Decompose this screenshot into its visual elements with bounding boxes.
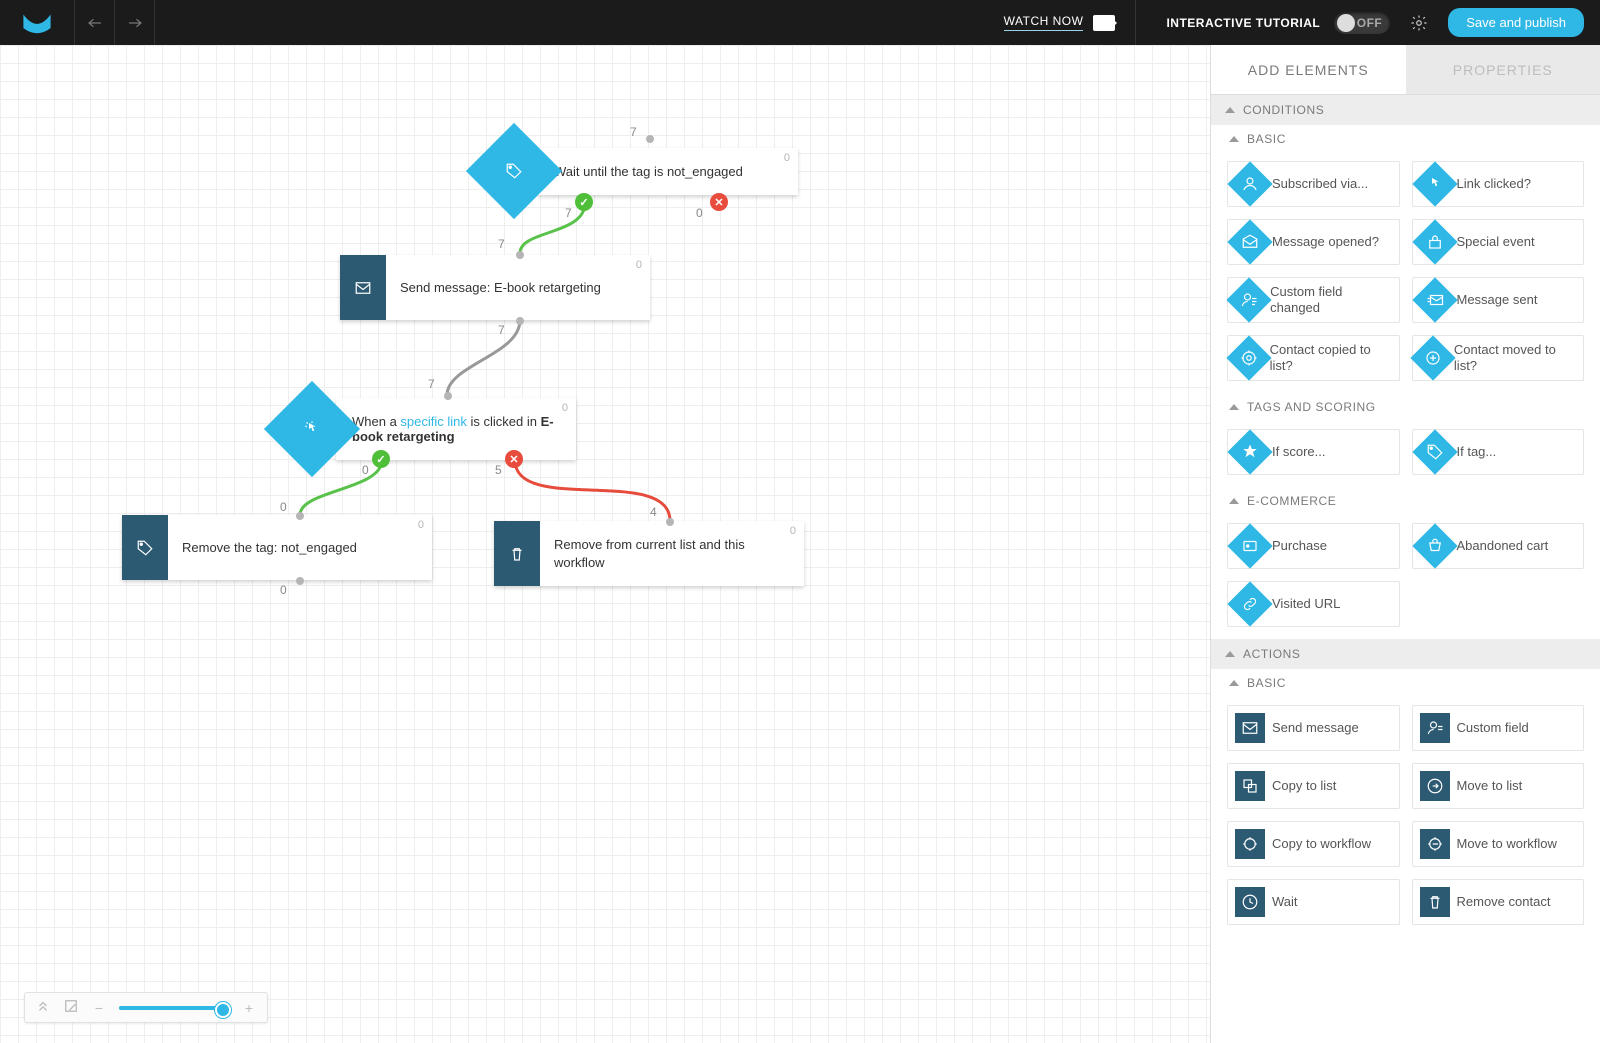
- tag-icon: [122, 515, 168, 580]
- mail-icon: [340, 255, 386, 320]
- trash-icon: [494, 521, 540, 586]
- settings-button[interactable]: [1408, 14, 1430, 32]
- tile-move-to-list[interactable]: Move to list: [1412, 763, 1585, 809]
- zoom-slider[interactable]: [119, 1006, 229, 1010]
- group-tags-scoring[interactable]: TAGS AND SCORING: [1211, 393, 1600, 421]
- node-count: 0: [418, 519, 424, 531]
- x-icon: ✕: [505, 450, 523, 468]
- tile-copy-to-list[interactable]: Copy to list: [1227, 763, 1400, 809]
- section-actions[interactable]: ACTIONS: [1211, 639, 1600, 669]
- port-count: 0: [280, 583, 287, 597]
- tile-custom-field-changed[interactable]: Custom field changed: [1227, 277, 1400, 323]
- node-remove-from-list[interactable]: Remove from current list and this workfl…: [494, 521, 804, 586]
- chevron-up-icon: [1229, 680, 1239, 686]
- tile-purchase[interactable]: Purchase: [1227, 523, 1400, 569]
- node-count: 0: [790, 525, 796, 537]
- tile-link-clicked[interactable]: Link clicked?: [1412, 161, 1585, 207]
- port-count: 0: [280, 500, 287, 514]
- tile-visited-url[interactable]: Visited URL: [1227, 581, 1400, 627]
- tile-copy-to-workflow[interactable]: Copy to workflow: [1227, 821, 1400, 867]
- sidebar: ADD ELEMENTS PROPERTIES CONDITIONS BASIC…: [1210, 45, 1600, 1043]
- node-count: 0: [562, 402, 568, 414]
- port-count: 0: [696, 206, 703, 220]
- port: [646, 135, 654, 143]
- tile-contact-copied[interactable]: Contact copied to list?: [1227, 335, 1400, 381]
- node-wait-until-tag[interactable]: 0 Wait until the tag is not_engaged: [480, 137, 798, 205]
- port-count: 0: [362, 463, 369, 477]
- collapse-icon[interactable]: [35, 999, 51, 1016]
- check-icon: ✓: [575, 193, 593, 211]
- section-conditions[interactable]: CONDITIONS: [1211, 95, 1600, 125]
- tile-remove-contact[interactable]: Remove contact: [1412, 879, 1585, 925]
- tile-move-to-workflow[interactable]: Move to workflow: [1412, 821, 1585, 867]
- chevron-up-icon: [1225, 651, 1235, 657]
- zoom-out-button[interactable]: −: [91, 1000, 107, 1016]
- tab-add-elements[interactable]: ADD ELEMENTS: [1211, 45, 1406, 95]
- check-icon: ✓: [372, 450, 390, 468]
- node-label: When a specific link is clicked in E-boo…: [352, 414, 560, 444]
- port: [666, 518, 674, 526]
- click-icon: [264, 381, 360, 477]
- node-count: 0: [784, 152, 790, 164]
- tile-if-score[interactable]: If score...: [1227, 429, 1400, 475]
- node-label: Remove the tag: not_engaged: [168, 529, 432, 567]
- chevron-up-icon: [1225, 107, 1235, 113]
- watch-now-link[interactable]: WATCH NOW: [1004, 0, 1137, 45]
- node-send-message[interactable]: Send message: E-book retargeting 0: [340, 255, 650, 320]
- fit-icon[interactable]: [63, 999, 79, 1016]
- x-icon: ✕: [710, 193, 728, 211]
- tile-message-sent[interactable]: Message sent: [1412, 277, 1585, 323]
- node-remove-tag[interactable]: Remove the tag: not_engaged 0: [122, 515, 432, 580]
- chevron-up-icon: [1229, 136, 1239, 142]
- tile-special-event[interactable]: Special event: [1412, 219, 1585, 265]
- tile-if-tag[interactable]: If tag...: [1412, 429, 1585, 475]
- tile-subscribed-via[interactable]: Subscribed via...: [1227, 161, 1400, 207]
- node-label: Wait until the tag is not_engaged: [554, 164, 782, 179]
- group-basic-actions[interactable]: BASIC: [1211, 669, 1600, 697]
- app-logo[interactable]: [0, 0, 75, 45]
- redo-button[interactable]: [115, 0, 155, 45]
- tile-wait[interactable]: Wait: [1227, 879, 1400, 925]
- tile-contact-moved[interactable]: Contact moved to list?: [1412, 335, 1585, 381]
- tab-properties[interactable]: PROPERTIES: [1406, 45, 1600, 95]
- port-count: 7: [498, 323, 505, 337]
- port: [296, 512, 304, 520]
- zoom-toolbar: − +: [24, 992, 268, 1023]
- group-basic[interactable]: BASIC: [1211, 125, 1600, 153]
- port: [516, 251, 524, 259]
- tutorial-label: INTERACTIVE TUTORIAL: [1166, 16, 1320, 30]
- save-publish-button[interactable]: Save and publish: [1448, 8, 1584, 37]
- zoom-in-button[interactable]: +: [241, 1000, 257, 1016]
- tag-icon: [466, 123, 562, 219]
- port-count: 7: [498, 237, 505, 251]
- chevron-up-icon: [1229, 404, 1239, 410]
- port-count: 4: [650, 505, 657, 519]
- group-ecommerce[interactable]: E-COMMERCE: [1211, 487, 1600, 515]
- port-count: 5: [495, 463, 502, 477]
- port: [516, 317, 524, 325]
- video-icon: [1093, 15, 1115, 31]
- node-label: Remove from current list and this workfl…: [540, 526, 804, 581]
- node-label: Send message: E-book retargeting: [386, 269, 650, 307]
- port-count: 7: [630, 125, 637, 139]
- tile-message-opened[interactable]: Message opened?: [1227, 219, 1400, 265]
- node-link-clicked[interactable]: 0 When a specific link is clicked in E-b…: [278, 395, 576, 463]
- tutorial-toggle[interactable]: OFF: [1334, 12, 1390, 34]
- tile-abandoned-cart[interactable]: Abandoned cart: [1412, 523, 1585, 569]
- port-count: 7: [428, 377, 435, 391]
- chevron-up-icon: [1229, 498, 1239, 504]
- port-count: 7: [565, 206, 572, 220]
- port: [296, 577, 304, 585]
- toggle-state-label: OFF: [1357, 16, 1383, 30]
- undo-button[interactable]: [75, 0, 115, 45]
- port: [444, 392, 452, 400]
- watch-now-label: WATCH NOW: [1004, 14, 1084, 31]
- tile-send-message[interactable]: Send message: [1227, 705, 1400, 751]
- node-count: 0: [636, 259, 642, 271]
- tile-custom-field[interactable]: Custom field: [1412, 705, 1585, 751]
